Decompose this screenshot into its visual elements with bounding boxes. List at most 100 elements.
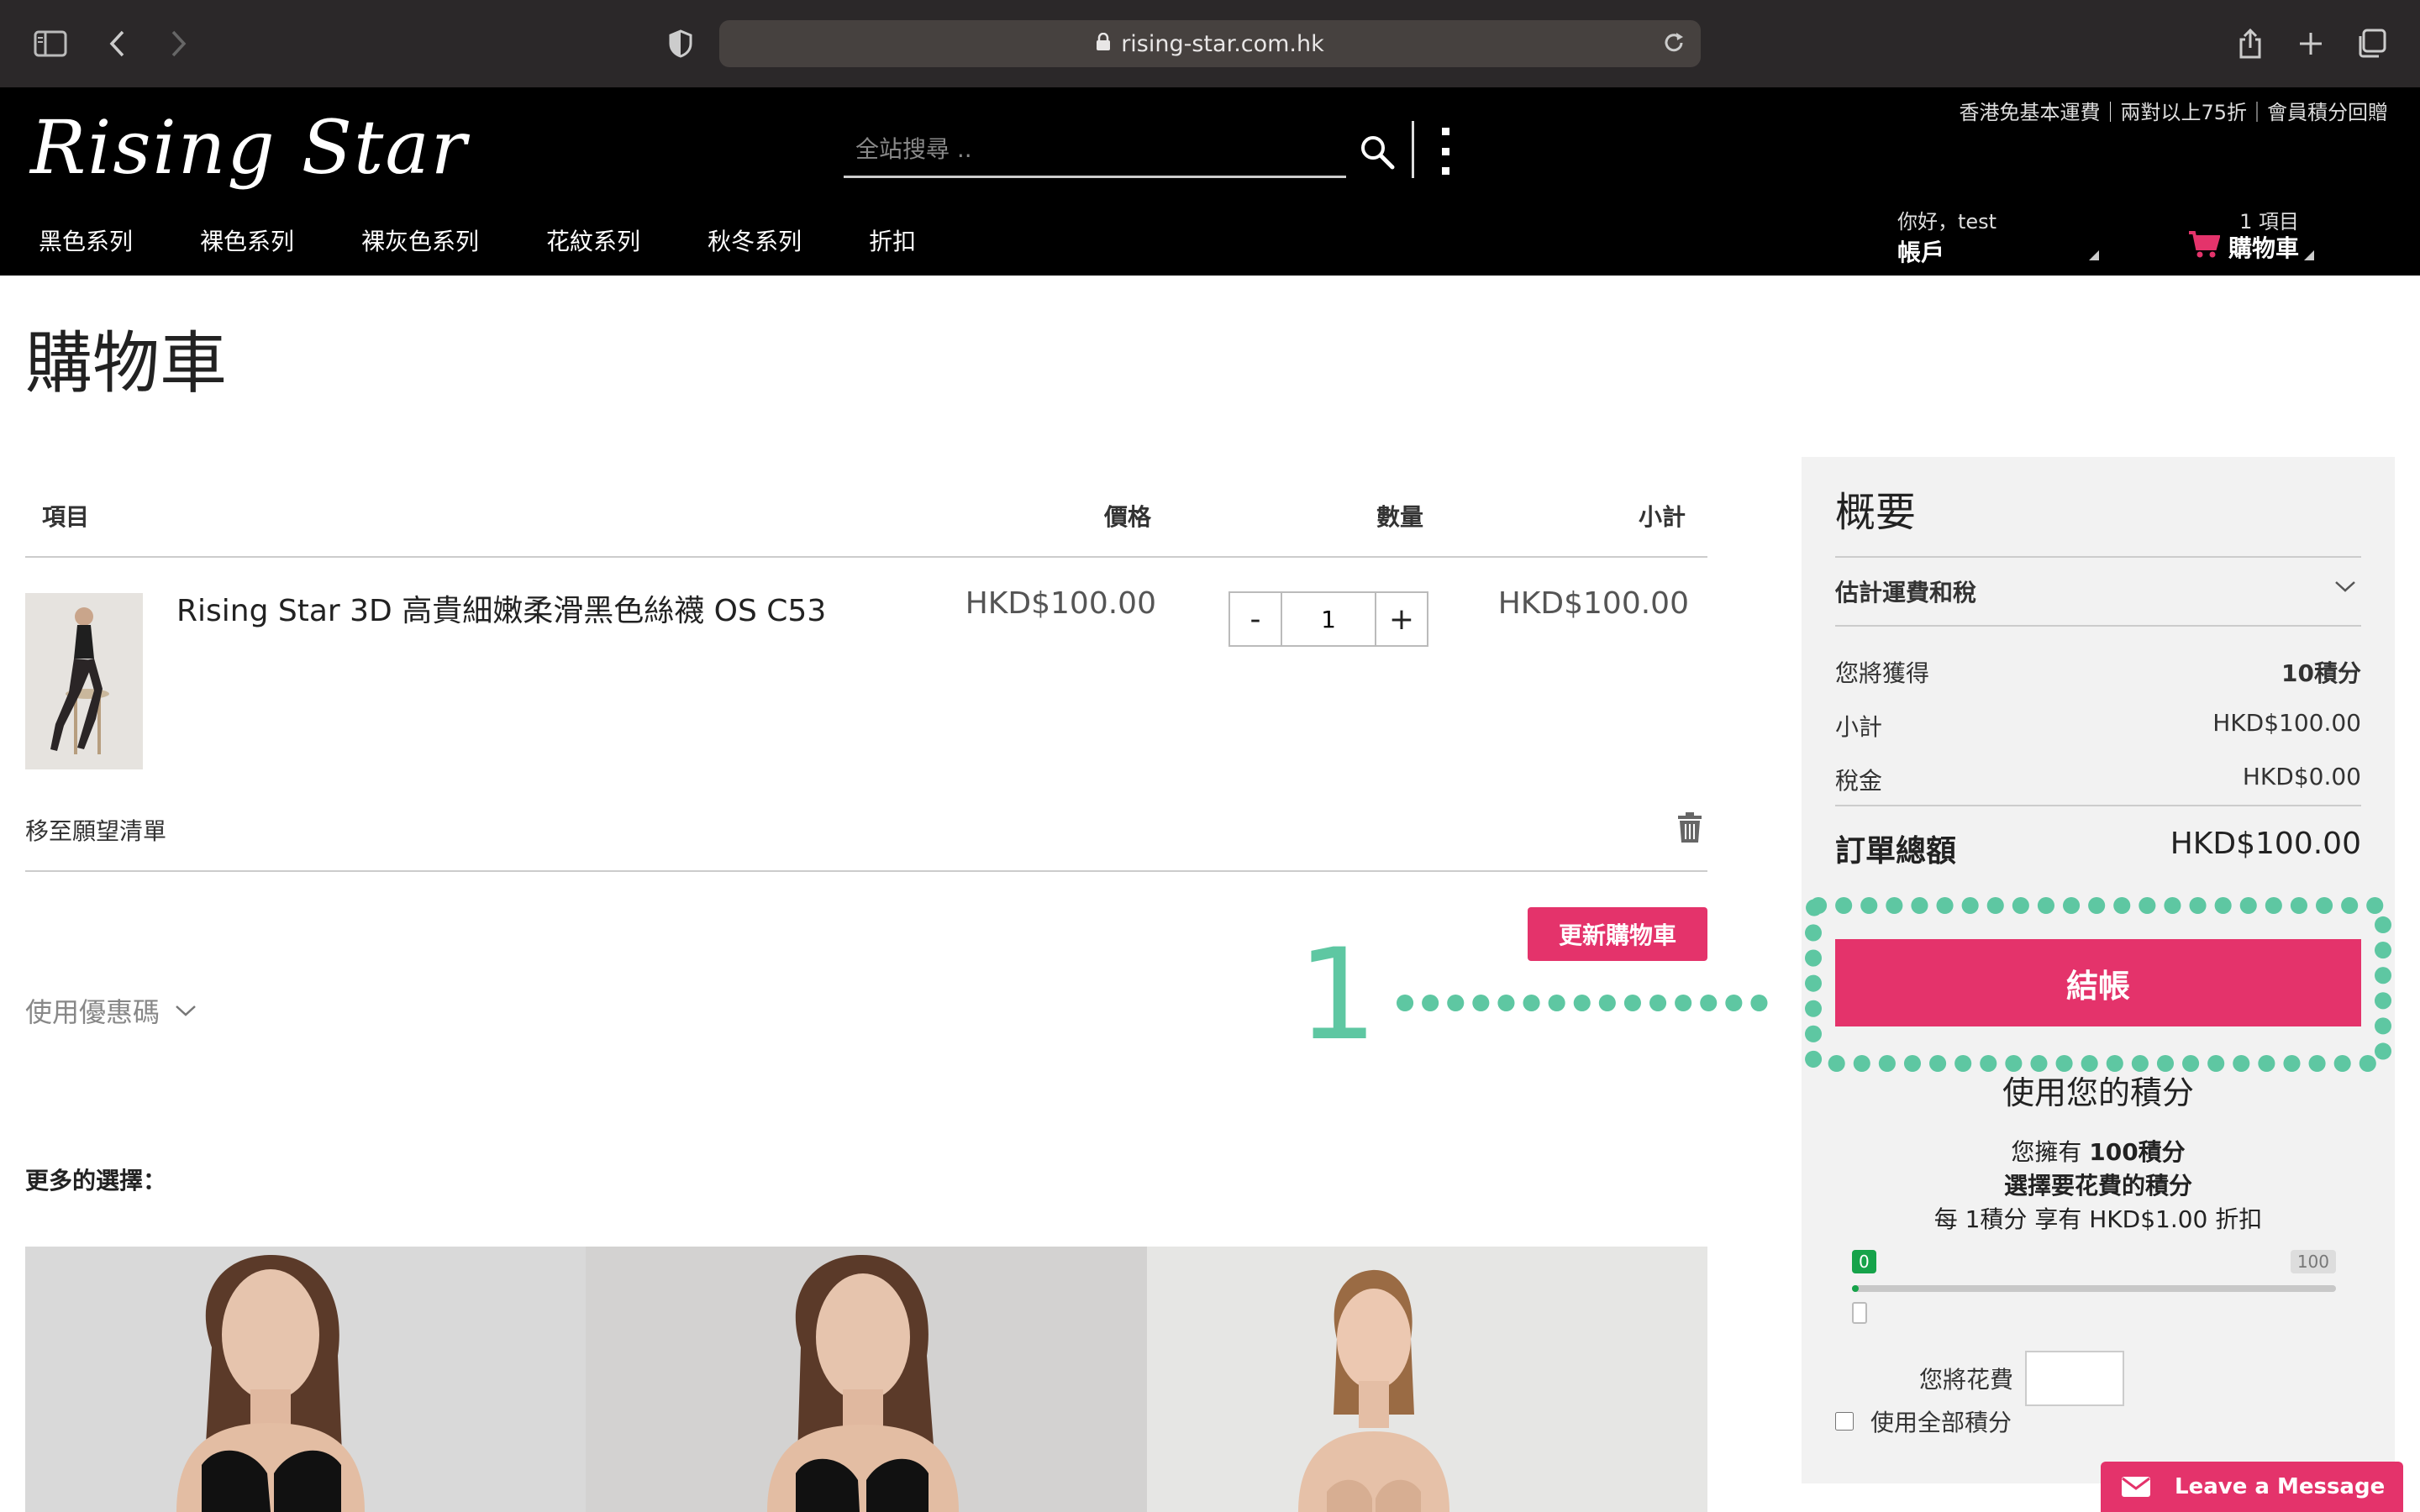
nav-item-nude[interactable]: 裸色系列 xyxy=(200,223,294,265)
divider xyxy=(1835,625,2361,627)
address-bar[interactable]: rising-star.com.hk xyxy=(719,20,1701,67)
points-rate: 每 1積分 享有 HKD$1.00 折扣 xyxy=(1933,1205,2263,1233)
divider xyxy=(25,870,1707,872)
forward-icon[interactable] xyxy=(155,20,202,67)
divider xyxy=(1835,805,2361,806)
site-logo[interactable]: Rising Star xyxy=(30,104,468,191)
recommended-product-card[interactable] xyxy=(1146,1247,1707,1512)
tax-label: 稅金 xyxy=(1835,767,1883,795)
earn-points-value: 10積分 xyxy=(2281,659,2361,687)
nav-item-discount[interactable]: 折扣 xyxy=(869,223,916,265)
column-header-qty: 數量 xyxy=(1376,503,1424,531)
more-menu-icon[interactable] xyxy=(1434,128,1457,175)
order-total-label: 訂單總額 xyxy=(1835,834,1957,869)
item-subtotal: HKD$100.00 xyxy=(1497,586,1689,621)
account-label: 帳戶 xyxy=(1897,239,1945,266)
update-cart-button[interactable]: 更新購物車 xyxy=(1528,907,1707,961)
points-balance: 您擁有 100積分 xyxy=(1802,1134,2395,1168)
divider xyxy=(25,556,1707,558)
tax-row: 稅金 HKD$0.00 xyxy=(1835,763,2361,796)
coupon-label: 使用優惠碼 xyxy=(25,996,160,1028)
lock-icon xyxy=(1096,31,1111,57)
account-menu[interactable]: 你好，test 帳戶 xyxy=(1897,205,2099,266)
column-header-item: 項目 xyxy=(42,503,90,531)
order-summary: 概要 估計運費和稅 您將獲得 10積分 小計 HKD$100.00 稅金 HKD… xyxy=(1802,457,2395,1483)
dropdown-corner-icon xyxy=(2304,250,2314,260)
use-all-points-row[interactable]: 使用全部積分 xyxy=(1835,1404,2012,1438)
item-price: HKD$100.00 xyxy=(965,586,1156,621)
move-to-wishlist-link[interactable]: 移至願望清單 xyxy=(25,813,166,847)
annotation-number: 1 xyxy=(1297,922,1378,1068)
points-spend-input[interactable] xyxy=(2025,1351,2125,1406)
recommended-products xyxy=(25,1247,1707,1512)
qty-increase-button[interactable]: + xyxy=(1375,591,1428,647)
earn-points-row: 您將獲得 10積分 xyxy=(1835,655,2361,689)
column-header-subtotal: 小計 xyxy=(1639,503,1686,531)
chevron-down-icon xyxy=(176,1005,196,1016)
order-total-row: 訂單總額 HKD$100.00 xyxy=(1835,827,2361,870)
tab-overview-icon[interactable] xyxy=(2348,20,2395,67)
points-spend-label: 您將花費 xyxy=(1919,1366,2014,1394)
points-balance-prefix: 您擁有 xyxy=(2011,1138,2082,1166)
slider-max-label: 100 xyxy=(2290,1250,2336,1273)
slider-fill xyxy=(1852,1285,1859,1292)
tax-value: HKD$0.00 xyxy=(2242,763,2361,790)
url-text: rising-star.com.hk xyxy=(1121,30,1324,57)
use-all-points-checkbox[interactable] xyxy=(1835,1412,1854,1431)
reload-icon[interactable] xyxy=(1662,30,1686,61)
header-divider xyxy=(1412,121,1414,178)
points-choose-label: 選擇要花費的積分 xyxy=(2003,1172,2192,1200)
recommended-product-card[interactable] xyxy=(586,1247,1147,1512)
back-icon[interactable] xyxy=(94,20,141,67)
chevron-down-icon xyxy=(2335,581,2355,592)
qty-decrease-button[interactable]: - xyxy=(1228,591,1282,647)
shipping-tax-toggle[interactable]: 估計運費和稅 xyxy=(1835,575,2361,608)
column-header-price: 價格 xyxy=(1104,503,1152,531)
leave-message-widget[interactable]: Leave a Message xyxy=(2101,1462,2403,1512)
product-thumbnail[interactable] xyxy=(25,593,143,769)
points-title: 使用您的積分 xyxy=(2002,1074,2194,1111)
page-title: 購物車 xyxy=(25,324,227,402)
trash-icon[interactable] xyxy=(1677,811,1702,847)
recommended-product-card[interactable] xyxy=(25,1247,587,1512)
nav-item-pattern[interactable]: 花紋系列 xyxy=(546,223,640,265)
search-input[interactable] xyxy=(844,123,1346,176)
search-icon[interactable] xyxy=(1355,129,1400,175)
promo-banner: 香港免基本運費｜兩對以上75折｜會員積分回贈 xyxy=(1959,101,2388,124)
quantity-stepper: - + xyxy=(1228,591,1428,647)
points-spend-row: 您將花費 xyxy=(1919,1351,2125,1406)
slider-handle[interactable] xyxy=(1852,1302,1867,1324)
order-total-value: HKD$100.00 xyxy=(2170,827,2361,861)
new-tab-icon[interactable] xyxy=(2287,20,2334,67)
shipping-tax-label: 估計運費和稅 xyxy=(1835,579,1977,606)
nav-item-black[interactable]: 黑色系列 xyxy=(39,223,133,265)
share-icon[interactable] xyxy=(2227,20,2274,67)
points-balance-value: 100積分 xyxy=(2089,1138,2186,1166)
dropdown-corner-icon xyxy=(2089,250,2099,260)
main-nav: 黑色系列 裸色系列 裸灰色系列 花紋系列 秋冬系列 折扣 xyxy=(0,223,916,265)
coupon-toggle[interactable]: 使用優惠碼 xyxy=(25,991,197,1030)
envelope-icon xyxy=(2122,1477,2150,1497)
sidebar-toggle-icon[interactable] xyxy=(27,20,74,67)
site-header: Rising Star 香港免基本運費｜兩對以上75折｜會員積分回贈 黑色系列 … xyxy=(0,87,2420,276)
slider-track xyxy=(1852,1285,2336,1292)
product-name[interactable]: Rising Star 3D 高貴細嫩柔滑黑色絲襪 OS C53 xyxy=(176,586,826,630)
subtotal-label: 小計 xyxy=(1835,713,1883,741)
subtotal-row: 小計 HKD$100.00 xyxy=(1835,709,2361,743)
divider xyxy=(1835,556,2361,558)
shield-icon[interactable] xyxy=(657,20,704,67)
earn-points-label: 您將獲得 xyxy=(1835,659,1930,687)
qty-input[interactable] xyxy=(1282,591,1375,647)
nav-item-autumn-winter[interactable]: 秋冬系列 xyxy=(708,223,802,265)
summary-title: 概要 xyxy=(1835,489,1917,536)
mini-cart[interactable]: 1 項目 購物車 xyxy=(2188,205,2314,264)
checkout-button[interactable]: 結帳 xyxy=(1835,939,2361,1026)
nav-item-nude-grey[interactable]: 裸灰色系列 xyxy=(361,223,479,265)
cart-label: 購物車 xyxy=(2228,234,2299,262)
use-all-points-label: 使用全部積分 xyxy=(1870,1409,2012,1436)
search-box xyxy=(844,123,1346,178)
points-slider[interactable]: 0 100 xyxy=(1852,1250,2348,1324)
slider-min-label: 0 xyxy=(1852,1250,1876,1273)
annotation-connector xyxy=(1397,995,1773,1011)
subtotal-value: HKD$100.00 xyxy=(2212,709,2361,737)
